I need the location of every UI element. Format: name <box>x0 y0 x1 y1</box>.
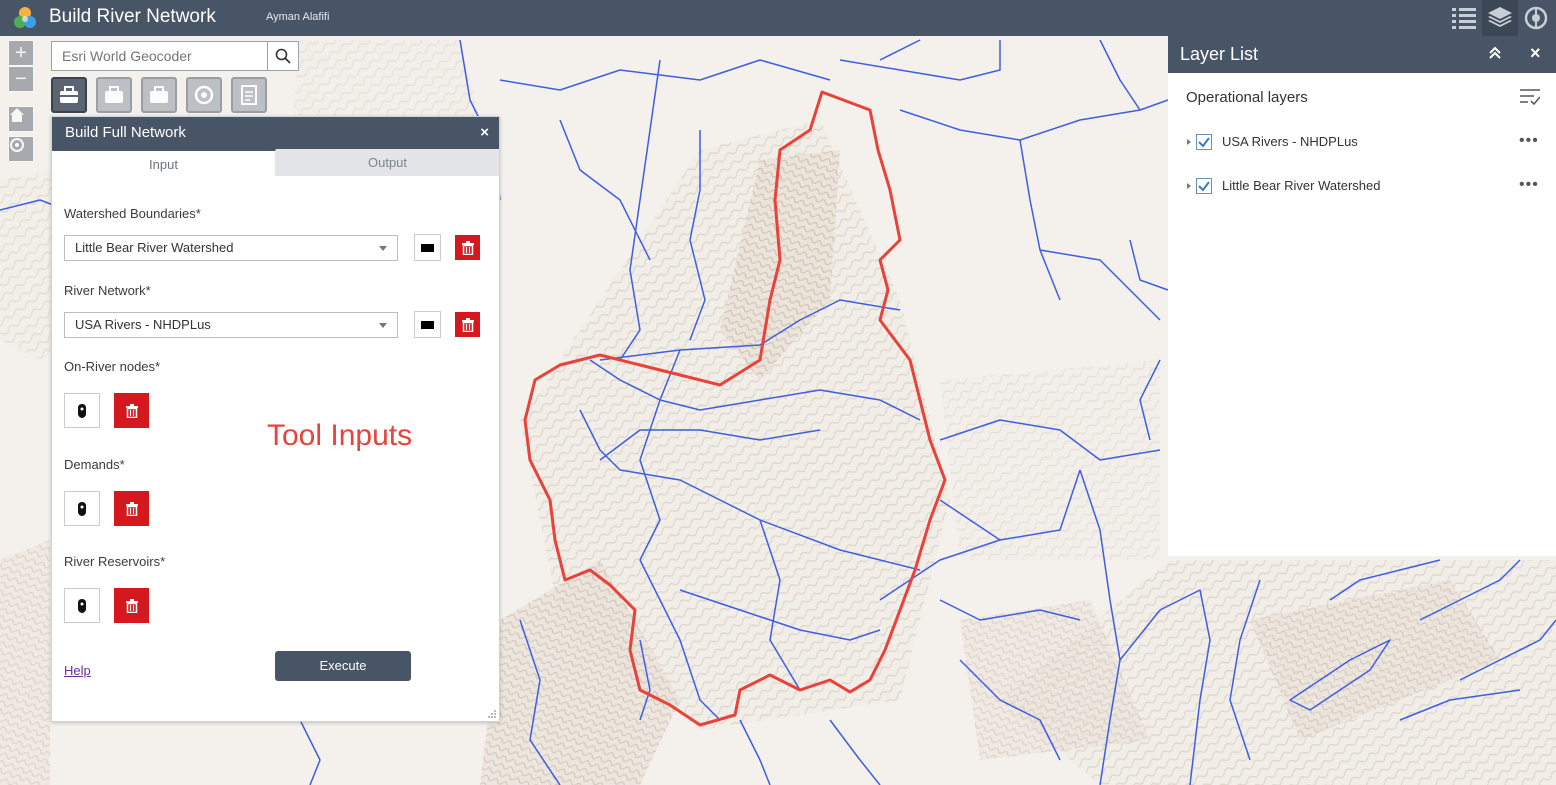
layer-label: USA Rivers - NHDPLus <box>1222 134 1358 149</box>
layer-options-button[interactable]: ••• <box>1519 176 1539 194</box>
layer-list-close-button[interactable]: × <box>1530 43 1541 64</box>
on-river-nodes-delete-button[interactable] <box>114 393 149 428</box>
execute-button[interactable]: Execute <box>275 651 411 681</box>
tool-widget-button-5[interactable] <box>231 77 267 113</box>
minus-icon: − <box>15 67 27 90</box>
tool-inputs-annotation: Tool Inputs <box>267 419 413 452</box>
resize-grip-icon[interactable] <box>488 710 496 718</box>
toolbox-icon <box>105 86 123 103</box>
layers-icon <box>1488 7 1512 27</box>
expand-arrow-icon[interactable] <box>1187 183 1191 189</box>
help-link[interactable]: Help <box>64 663 91 678</box>
toolbox-icon <box>60 86 78 103</box>
chevron-down-icon <box>379 246 387 251</box>
terrain-ridge <box>0 540 50 785</box>
layer-options-button[interactable]: ••• <box>1519 132 1539 150</box>
tab-input[interactable]: Input <box>52 149 276 176</box>
river-network-label: River Network* <box>64 283 151 298</box>
trash-icon <box>125 403 138 418</box>
river-reservoirs-label: River Reservoirs* <box>64 554 166 569</box>
tab-output[interactable]: Output <box>276 149 499 176</box>
river-delete-button[interactable] <box>455 312 480 337</box>
demands-delete-button[interactable] <box>114 491 149 526</box>
layer-list-panel: Layer List × Operational layers USA Rive… <box>1168 36 1556 556</box>
watershed-select-value: Little Bear River Watershed <box>75 240 234 255</box>
layers-button[interactable] <box>1482 0 1518 36</box>
layer-list-title-bar: Layer List × <box>1168 36 1556 73</box>
map-pin-icon <box>78 403 86 418</box>
river-symbol-button[interactable] <box>414 311 441 338</box>
home-button[interactable] <box>8 106 34 132</box>
map-pin-icon <box>78 598 86 613</box>
app-logo-icon <box>14 7 36 28</box>
river-reservoirs-pick-button[interactable] <box>64 588 100 623</box>
app-header: Build River Network Ayman Alafifi <box>0 0 1556 36</box>
watershed-delete-button[interactable] <box>455 235 480 260</box>
symbol-swatch-icon <box>421 243 434 252</box>
panel-title: Build Full Network <box>65 124 186 141</box>
search-icon <box>275 48 291 64</box>
filter-menu-icon[interactable] <box>1520 88 1540 106</box>
document-icon <box>241 85 257 105</box>
operational-layers-heading: Operational layers <box>1186 89 1308 106</box>
tool-widget-button-4[interactable] <box>186 77 222 113</box>
watershed-select[interactable]: Little Bear River Watershed <box>64 235 398 261</box>
locate-button[interactable] <box>8 136 34 162</box>
home-icon <box>10 108 24 122</box>
panel-close-button[interactable]: × <box>480 124 489 141</box>
on-river-nodes-pick-button[interactable] <box>64 393 100 428</box>
tool-icon <box>1524 6 1548 30</box>
river-reservoirs-delete-button[interactable] <box>114 588 149 623</box>
layer-list-title: Layer List <box>1180 44 1259 64</box>
search-input[interactable] <box>52 42 268 70</box>
watershed-symbol-button[interactable] <box>414 234 441 261</box>
trash-icon <box>461 317 474 332</box>
trash-icon <box>125 598 138 613</box>
terrain-ridge <box>940 360 1160 560</box>
demands-pick-button[interactable] <box>64 491 100 526</box>
watershed-label: Watershed Boundaries* <box>64 206 201 221</box>
map-pin-icon <box>78 501 86 516</box>
trash-icon <box>125 501 138 516</box>
layer-label: Little Bear River Watershed <box>1222 178 1381 193</box>
gear-tool-icon <box>194 85 214 105</box>
zoom-in-button[interactable]: + <box>8 40 34 66</box>
list-icon <box>1452 8 1476 29</box>
toolbox-icon <box>150 86 168 103</box>
checkmark-icon <box>1198 181 1210 192</box>
collapse-icon[interactable] <box>1488 46 1502 60</box>
tool-widget-button-3[interactable] <box>141 77 177 113</box>
symbol-swatch-icon <box>421 320 434 329</box>
river-network-select-value: USA Rivers - NHDPLus <box>75 317 211 332</box>
chevron-down-icon <box>379 323 387 328</box>
zoom-out-button[interactable]: − <box>8 66 34 92</box>
tool-widget-button-2[interactable] <box>96 77 132 113</box>
search-button[interactable] <box>267 42 298 70</box>
tool-button[interactable] <box>1518 0 1554 36</box>
list-button[interactable] <box>1446 0 1482 36</box>
layer-checkbox[interactable] <box>1196 178 1212 194</box>
trash-icon <box>461 240 474 255</box>
app-subtitle-user: Ayman Alafifi <box>266 11 330 23</box>
demands-label: Demands* <box>64 457 125 472</box>
layer-checkbox[interactable] <box>1196 134 1212 150</box>
river-network-select[interactable]: USA Rivers - NHDPLus <box>64 312 398 338</box>
on-river-nodes-label: On-River nodes* <box>64 359 161 374</box>
expand-arrow-icon[interactable] <box>1187 139 1191 145</box>
plus-icon: + <box>15 41 27 64</box>
search-box <box>51 41 299 71</box>
panel-title-bar: Build Full Network × <box>52 117 499 149</box>
app-title: Build River Network <box>49 6 216 27</box>
locate-icon <box>10 138 24 152</box>
build-network-widget-button[interactable] <box>51 77 87 113</box>
checkmark-icon <box>1198 137 1210 148</box>
